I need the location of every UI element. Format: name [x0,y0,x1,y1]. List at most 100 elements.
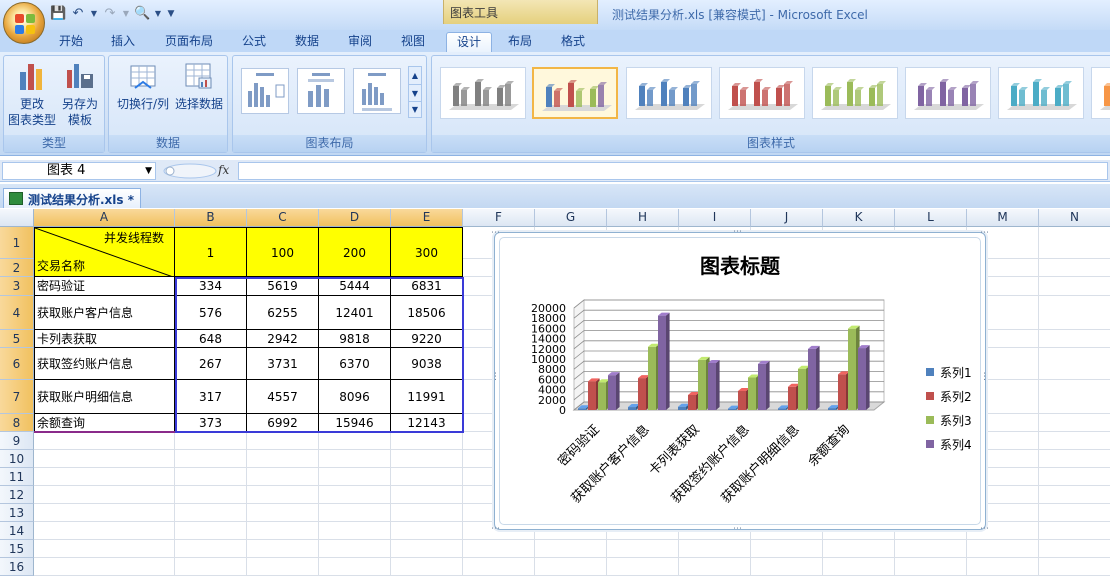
value-cell[interactable]: 9038 [391,348,463,380]
bar-2-1[interactable] [588,381,596,410]
chart-style-5[interactable] [812,67,898,119]
tab-home[interactable]: 开始 [48,32,94,52]
cell[interactable] [607,540,679,558]
value-cell[interactable]: 12143 [391,414,463,432]
cell[interactable] [823,558,895,576]
row-header-16[interactable]: 16 [0,558,34,576]
thread-count-cell[interactable]: 300 [391,227,463,277]
column-header-G[interactable]: G [535,209,607,227]
cell[interactable] [1039,348,1110,380]
undo-dropdown-icon[interactable]: ▼ [90,6,98,22]
bar-4-3[interactable] [708,362,716,410]
value-cell[interactable]: 334 [175,277,247,296]
value-cell[interactable]: 6992 [247,414,319,432]
column-header-I[interactable]: I [679,209,751,227]
bar-2-4[interactable] [738,390,746,410]
redo-dropdown-icon[interactable]: ▼ [122,6,130,22]
bar-4-6[interactable] [858,348,866,410]
cell[interactable] [391,558,463,576]
chart-object[interactable]: 图表标题 0 2000 4000 6000 8000 10000 12000 14000 160… [491,228,989,534]
cell[interactable] [1039,259,1110,277]
resize-handle-top-icon[interactable]: ⋯ [733,228,742,237]
bar-4-5[interactable] [808,348,816,410]
cell[interactable] [319,468,391,486]
bar-side[interactable] [616,372,620,410]
value-cell[interactable]: 4557 [247,380,319,414]
formula-input[interactable] [238,162,1108,180]
tab-format[interactable]: 格式 [550,32,596,52]
cell[interactable] [34,486,175,504]
bar-3-3[interactable] [698,359,706,410]
cell[interactable] [463,540,535,558]
cell[interactable] [1039,450,1110,468]
bar-2-6[interactable] [838,374,846,410]
value-cell[interactable]: 5619 [247,277,319,296]
bar-side[interactable] [766,360,770,410]
column-header-L[interactable]: L [895,209,967,227]
chart-style-4[interactable] [719,67,805,119]
cell[interactable] [34,432,175,450]
cell[interactable] [175,540,247,558]
value-cell[interactable]: 373 [175,414,247,432]
transaction-name-cell[interactable]: 余额查询 [34,414,175,432]
bar-3-4[interactable] [748,377,756,410]
insert-function-icon[interactable]: fx [218,163,229,177]
cell[interactable] [175,504,247,522]
row-header-3[interactable]: 3 [0,277,34,296]
cell[interactable] [34,558,175,576]
column-header-A[interactable]: A [34,209,175,227]
value-cell[interactable]: 9818 [319,330,391,348]
transaction-name-cell[interactable]: 获取签约账户信息 [34,348,175,380]
row-header-13[interactable]: 13 [0,504,34,522]
row-header-11[interactable]: 11 [0,468,34,486]
cell[interactable] [391,432,463,450]
value-cell[interactable]: 267 [175,348,247,380]
chart-layout-1[interactable] [241,68,289,114]
cell[interactable] [247,558,319,576]
cell[interactable] [391,540,463,558]
column-header-M[interactable]: M [967,209,1039,227]
save-icon[interactable]: 💾 [50,6,66,22]
cell[interactable] [607,558,679,576]
bar-2-5[interactable] [788,386,796,410]
bar-3-1[interactable] [598,382,606,410]
transaction-name-cell[interactable]: 卡列表获取 [34,330,175,348]
value-cell[interactable]: 12401 [319,296,391,330]
cell[interactable] [1039,227,1110,259]
value-cell[interactable]: 5444 [319,277,391,296]
transaction-name-cell[interactable]: 获取账户明细信息 [34,380,175,414]
bar-1-1[interactable] [578,408,586,410]
column-header-J[interactable]: J [751,209,823,227]
chart-style-7[interactable] [998,67,1084,119]
bar-1-4[interactable] [728,408,736,410]
value-cell[interactable]: 2942 [247,330,319,348]
row-header-7[interactable]: 7 [0,380,34,414]
cell[interactable] [175,558,247,576]
redo-icon[interactable]: ↷ [102,6,118,22]
chart-style-6[interactable] [905,67,991,119]
row-header-12[interactable]: 12 [0,486,34,504]
column-header-N[interactable]: N [1039,209,1110,227]
row-header-6[interactable]: 6 [0,348,34,380]
cell[interactable] [247,486,319,504]
cell[interactable] [1039,277,1110,296]
office-button[interactable] [3,2,45,44]
name-box-dropdown-icon[interactable]: ▼ [145,163,152,179]
tab-view[interactable]: 视图 [390,32,436,52]
cell[interactable] [319,504,391,522]
select-data-button[interactable]: 选择数据 [171,60,227,112]
chart-layout-2[interactable] [297,68,345,114]
resize-handle-bottom-icon[interactable]: ⋯ [733,525,742,534]
tab-insert[interactable]: 插入 [100,32,146,52]
tab-design[interactable]: 设计 [446,32,492,52]
cell[interactable] [319,522,391,540]
row-header-8[interactable]: 8 [0,414,34,432]
row-header-9[interactable]: 9 [0,432,34,450]
cell[interactable] [247,522,319,540]
cell[interactable] [175,486,247,504]
tab-formulas[interactable]: 公式 [232,32,276,52]
row-header-10[interactable]: 10 [0,450,34,468]
customize-qat-icon[interactable]: ▼ [166,6,176,22]
cell[interactable] [319,558,391,576]
cell[interactable] [391,468,463,486]
